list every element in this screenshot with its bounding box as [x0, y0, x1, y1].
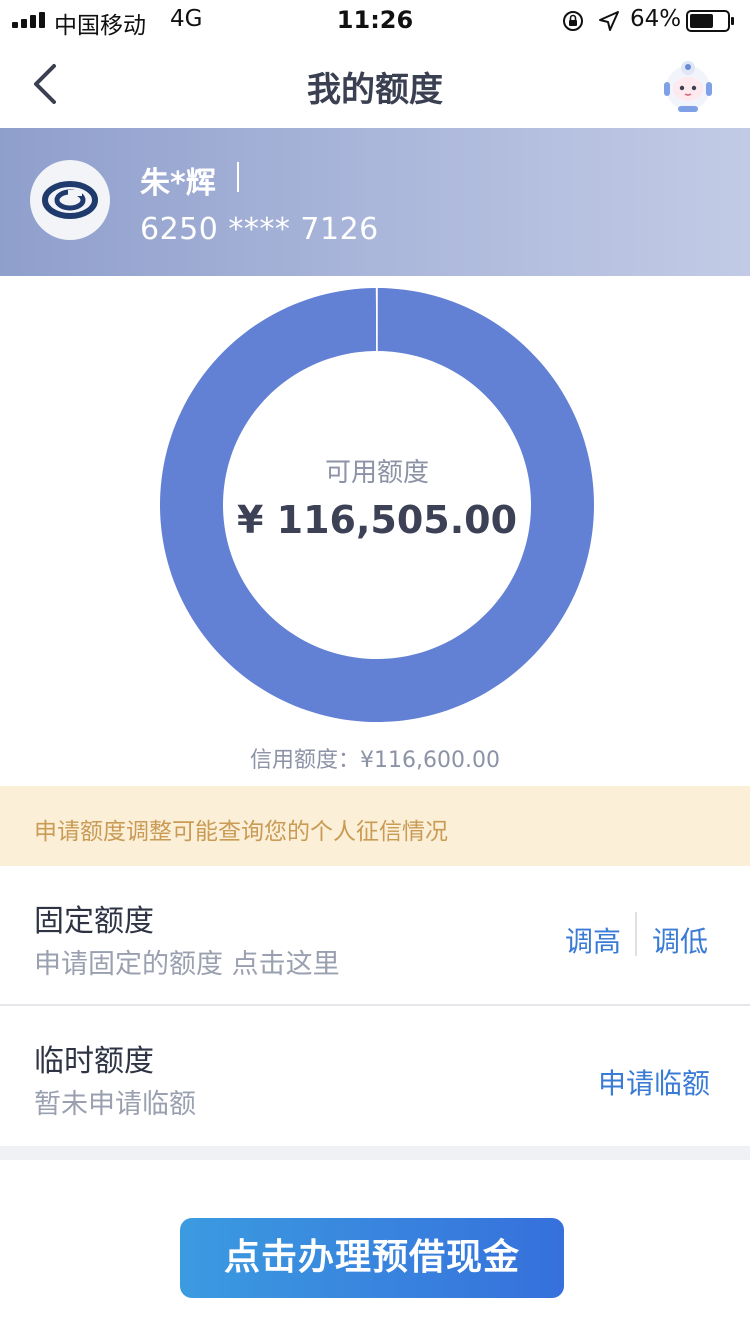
credit-limit-text: 信用额度：¥116,600.00 [250, 748, 500, 773]
temp-quota-row: 临时额度 暂未申请临额 申请临额 [0, 1006, 750, 1144]
location-icon [599, 11, 619, 31]
section-gap [0, 1146, 750, 1160]
status-bar: 中国移动 4G 11:26 64% [0, 0, 750, 40]
nav-bar: 我的额度 [0, 40, 750, 128]
bank-logo [30, 160, 110, 240]
action-divider [635, 912, 637, 956]
lower-quota-button[interactable]: 调低 [652, 920, 708, 960]
divider [237, 162, 239, 192]
fixed-quota-title: 固定额度 [34, 904, 154, 939]
orientation-lock-icon [563, 11, 583, 31]
notice-bar: 申请额度调整可能查询您的个人征信情况 [0, 786, 750, 866]
available-quota-label: 可用额度 [324, 458, 429, 488]
card-number: 6250 **** 7126 [140, 212, 379, 247]
cash-advance-button[interactable]: 点击办理预借现金 [180, 1218, 564, 1298]
temp-quota-title: 临时额度 [34, 1044, 154, 1079]
available-quota-value: ¥ 116,505.00 [236, 498, 518, 542]
page-title: 我的额度 [307, 70, 443, 110]
bank-logo-icon [42, 181, 98, 219]
battery-percent: 64% [630, 6, 682, 32]
cardholder-name: 朱*辉 [140, 166, 216, 201]
robot-assistant-icon[interactable] [660, 58, 716, 114]
notice-text: 申请额度调整可能查询您的个人征信情况 [34, 819, 448, 845]
quota-donut-chart: 可用额度 ¥ 116,505.00 [160, 288, 594, 722]
fixed-quota-row: 固定额度 申请固定的额度 点击这里 调高 调低 [0, 866, 750, 1006]
card-header: 朱*辉 6250 **** 7126 [0, 128, 750, 276]
apply-temp-quota-button[interactable]: 申请临额 [598, 1062, 710, 1102]
battery-icon [686, 10, 734, 32]
temp-quota-subtitle: 暂未申请临额 [34, 1089, 196, 1120]
raise-quota-button[interactable]: 调高 [565, 920, 621, 960]
fixed-quota-subtitle[interactable]: 申请固定的额度 点击这里 [34, 942, 340, 981]
